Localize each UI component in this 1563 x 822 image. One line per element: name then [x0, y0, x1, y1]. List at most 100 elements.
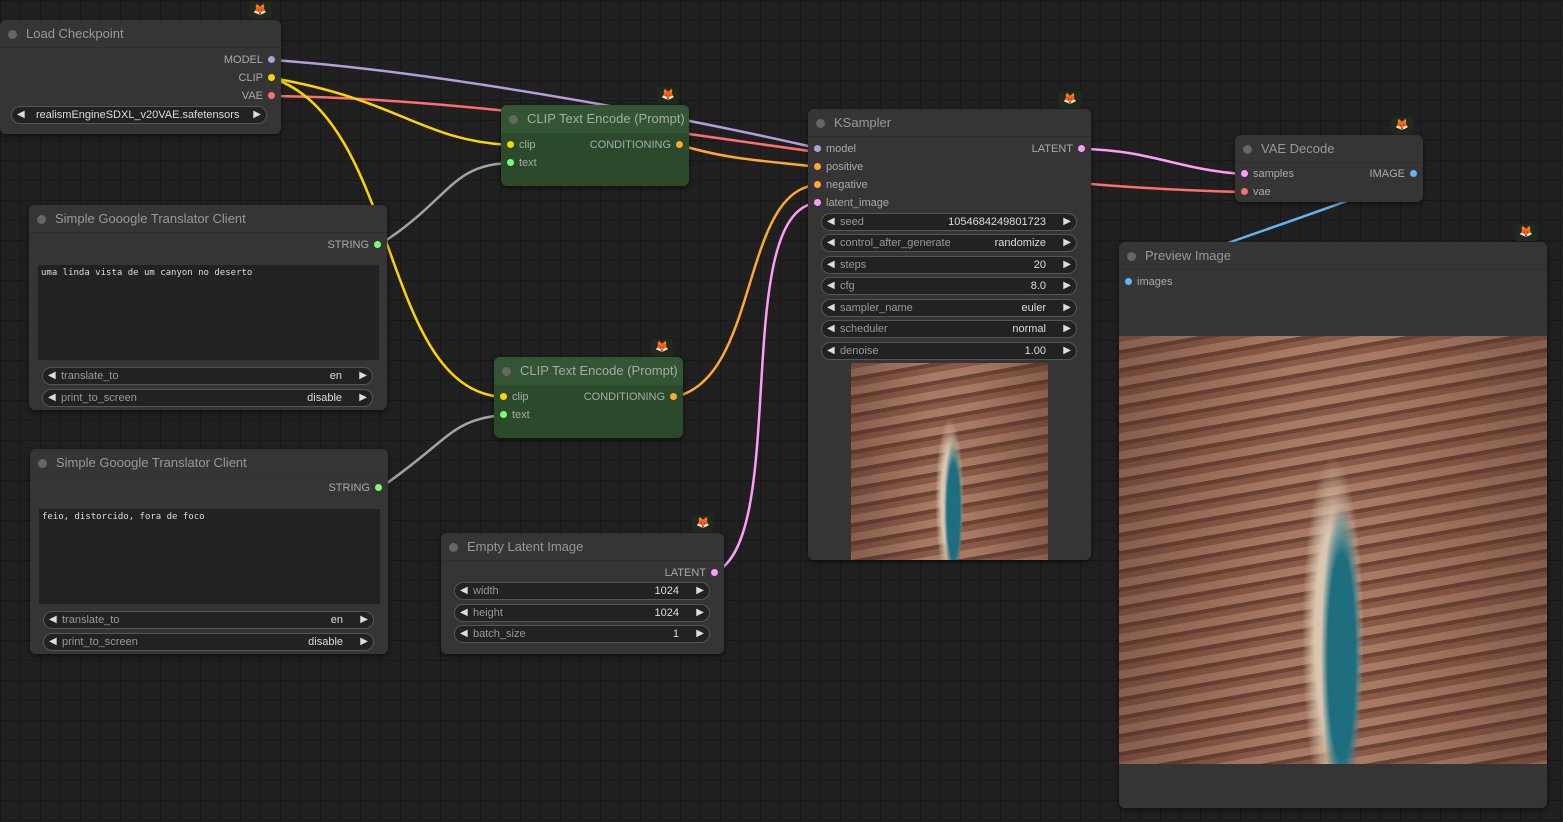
slot-label: STRING [328, 482, 370, 494]
preview-image-node[interactable]: 🦊 Preview Image images [1119, 224, 1547, 808]
input-text[interactable]: text [494, 406, 530, 424]
slot-dot-icon[interactable] [500, 411, 507, 418]
widget-label: print_to_screen [62, 636, 138, 648]
widget-label: sampler_name [840, 302, 913, 314]
link-string-2 [379, 413, 504, 490]
node-title: Preview Image [1119, 242, 1547, 270]
translate-to-widget[interactable]: translate_to en [43, 611, 374, 629]
slot-dot-icon[interactable] [814, 181, 821, 188]
widget-value: en [330, 614, 343, 626]
node-title: Simple Gooogle Translator Client [30, 449, 388, 477]
slot-label: LATENT [664, 567, 706, 579]
input-samples[interactable]: samples [1235, 165, 1294, 183]
link-vae-decode [271, 94, 1244, 194]
widget-label: control_after_generate [840, 237, 951, 249]
slot-dot-icon[interactable] [374, 241, 381, 248]
ksampler-node[interactable]: 🦊 KSampler model positive negative laten… [808, 91, 1091, 560]
widget-value: en [329, 370, 342, 382]
slot-label: CLIP [238, 72, 263, 84]
load-checkpoint-node[interactable]: 🦊 Load Checkpoint MODEL CLIP VAE realism… [0, 2, 281, 134]
slot-label: latent_image [826, 197, 889, 209]
slot-dot-icon[interactable] [1241, 170, 1248, 177]
output-conditioning[interactable]: CONDITIONING [590, 136, 689, 154]
output-string[interactable]: STRING [327, 236, 387, 254]
output-image[interactable]: IMAGE [1370, 165, 1423, 183]
translator-node-1[interactable]: Simple Gooogle Translator Client STRING … [29, 205, 387, 410]
seed-widget[interactable]: seed 1054684249801723 [821, 213, 1077, 231]
width-widget[interactable]: width 1024 [454, 582, 710, 600]
slot-dot-icon[interactable] [268, 92, 275, 99]
fox-icon: 🦊 [249, 2, 271, 19]
widget-label: cfg [840, 280, 855, 292]
slot-label: MODEL [223, 54, 263, 66]
output-clip[interactable]: CLIP [239, 69, 281, 87]
widget-label: steps [840, 259, 867, 271]
steps-widget[interactable]: steps 20 [821, 256, 1077, 274]
print-to-screen-widget[interactable]: print_to_screen disable [42, 389, 373, 407]
slot-dot-icon[interactable] [814, 163, 821, 170]
input-text[interactable]: text [501, 154, 537, 172]
slot-dot-icon[interactable] [507, 141, 514, 148]
widget-value: 1 [672, 628, 679, 640]
input-clip[interactable]: clip [494, 388, 529, 406]
ckpt-name-widget[interactable]: realismEngineSDXL_v20VAE.safetensors [11, 106, 267, 124]
slot-label: negative [826, 179, 868, 191]
slot-dot-icon[interactable] [268, 74, 275, 81]
cfg-widget[interactable]: cfg 8.0 [821, 277, 1077, 295]
height-widget[interactable]: height 1024 [454, 604, 710, 622]
input-model[interactable]: model [808, 140, 856, 158]
latent-preview-image [851, 363, 1048, 560]
control-after-generate-widget[interactable]: control_after_generate randomize [821, 234, 1077, 252]
slot-label: clip [512, 391, 529, 403]
clip-text-encode-node-2[interactable]: 🦊 CLIP Text Encode (Prompt) clip text CO… [494, 339, 683, 438]
slot-dot-icon[interactable] [814, 199, 821, 206]
node-title: KSampler [808, 109, 1091, 137]
output-model[interactable]: MODEL [224, 51, 281, 69]
translator-node-2[interactable]: Simple Gooogle Translator Client STRING … [30, 449, 388, 654]
preview-output-image [1119, 336, 1547, 764]
output-vae[interactable]: VAE [242, 87, 281, 105]
slot-dot-icon[interactable] [1078, 145, 1085, 152]
widget-label: translate_to [62, 614, 120, 626]
batch-size-widget[interactable]: batch_size 1 [454, 625, 710, 643]
slot-dot-icon[interactable] [711, 569, 718, 576]
slot-dot-icon[interactable] [670, 393, 677, 400]
translate-to-widget[interactable]: translate_to en [42, 367, 373, 385]
slot-dot-icon[interactable] [500, 393, 507, 400]
print-to-screen-widget[interactable]: print_to_screen disable [43, 633, 374, 651]
widget-label: height [473, 607, 503, 619]
output-string[interactable]: STRING [328, 479, 388, 497]
denoise-widget[interactable]: denoise 1.00 [821, 342, 1077, 360]
output-conditioning[interactable]: CONDITIONING [584, 388, 683, 406]
input-negative[interactable]: negative [808, 176, 868, 194]
output-latent[interactable]: LATENT [1032, 140, 1091, 158]
text-input[interactable]: feio, distorcido, fora de foco [39, 509, 380, 604]
text-input[interactable]: uma linda vista de um canyon no deserto [38, 265, 379, 360]
slot-dot-icon[interactable] [268, 56, 275, 63]
clip-text-encode-node-1[interactable]: 🦊 CLIP Text Encode (Prompt) clip text CO… [501, 87, 689, 186]
input-images[interactable]: images [1119, 273, 1172, 291]
input-latent-image[interactable]: latent_image [808, 194, 889, 212]
output-latent[interactable]: LATENT [665, 564, 724, 582]
slot-label: samples [1253, 168, 1294, 180]
input-positive[interactable]: positive [808, 158, 863, 176]
widget-value: disable [308, 636, 343, 648]
slot-label: LATENT [1031, 143, 1073, 155]
widget-value: normal [1012, 323, 1046, 335]
input-clip[interactable]: clip [501, 136, 536, 154]
widget-value: disable [307, 392, 342, 404]
input-vae[interactable]: vae [1235, 183, 1271, 201]
slot-dot-icon[interactable] [1125, 278, 1132, 285]
slot-dot-icon[interactable] [375, 484, 382, 491]
sampler-name-widget[interactable]: sampler_name euler [821, 299, 1077, 317]
slot-dot-icon[interactable] [814, 145, 821, 152]
slot-dot-icon[interactable] [676, 141, 683, 148]
slot-label: CONDITIONING [583, 391, 665, 403]
slot-dot-icon[interactable] [507, 159, 514, 166]
scheduler-widget[interactable]: scheduler normal [821, 320, 1077, 338]
empty-latent-image-node[interactable]: 🦊 Empty Latent Image LATENT width 1024 he… [441, 515, 724, 654]
slot-dot-icon[interactable] [1241, 188, 1248, 195]
slot-dot-icon[interactable] [1410, 170, 1417, 177]
widget-value: 1.00 [1024, 345, 1046, 357]
vae-decode-node[interactable]: 🦊 VAE Decode samples vae IMAGE [1235, 117, 1423, 202]
